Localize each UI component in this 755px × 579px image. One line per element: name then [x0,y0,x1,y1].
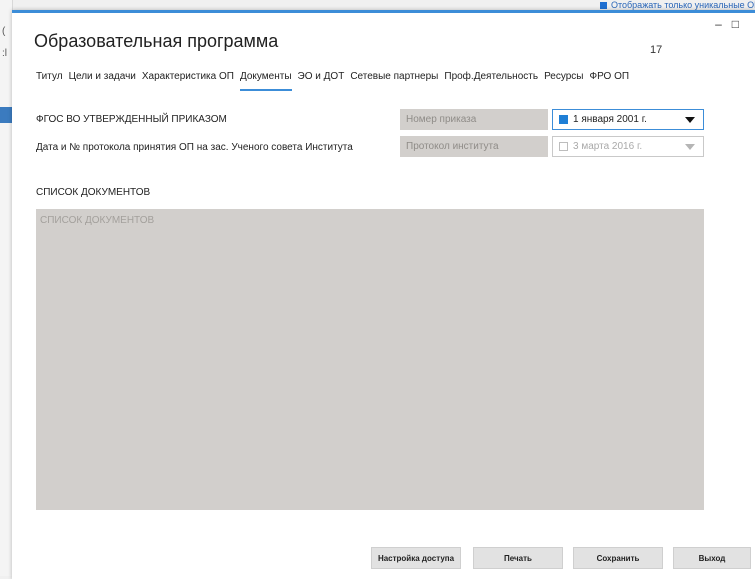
checkbox-icon [600,2,607,10]
minimize-icon[interactable]: – [715,17,732,31]
window-controls: –□ [715,17,749,31]
dropdown-arrow-icon[interactable] [685,144,695,150]
background-selection [0,107,12,123]
save-button[interactable]: Сохранить [573,547,663,569]
documents-placeholder: СПИСОК ДОКУМЕНТОВ [40,215,155,226]
record-counter: 17 [650,44,663,56]
protocol-label: Дата и № протокола принятия ОП на зас. У… [36,142,353,153]
fgos-date-value: 1 января 2001 г. [573,114,647,125]
print-button[interactable]: Печать [473,547,563,569]
tab-bar: Титул Цели и задачи Характеристика ОП До… [36,71,635,91]
dropdown-arrow-icon[interactable] [685,117,695,123]
tab-fro-op[interactable]: ФРО ОП [590,71,630,91]
documents-heading: СПИСОК ДОКУМЕНТОВ [36,187,151,198]
checkbox-unchecked-icon[interactable] [559,142,568,151]
tab-characteristics[interactable]: Характеристика ОП [142,71,234,91]
protocol-input[interactable]: Протокол института [400,136,548,157]
maximize-icon[interactable]: □ [732,17,749,31]
background-unique-toggle: Отображать только уникальные ОП [590,0,755,10]
tab-goals[interactable]: Цели и задачи [69,71,136,91]
exit-button[interactable]: Выход [673,547,751,569]
access-settings-button[interactable]: Настройка доступа [371,547,461,569]
background-fragment: :l [2,48,7,59]
fgos-label: ФГОС ВО УТВЕРЖДЕННЫЙ ПРИКАЗОМ [36,114,227,125]
tab-network-partners[interactable]: Сетевые партнеры [350,71,438,91]
checkbox-checked-icon[interactable] [559,115,568,124]
fgos-date-picker[interactable]: 1 января 2001 г. [552,109,704,130]
dialog-title: Образовательная программа [34,31,279,51]
protocol-date-picker[interactable]: 3 марта 2016 г. [552,136,704,157]
tab-eo-dot[interactable]: ЭО и ДОТ [298,71,345,91]
tab-prof-activity[interactable]: Проф.Деятельность [444,71,538,91]
program-dialog: –□ Образовательная программа 17 Титул Це… [12,10,755,579]
protocol-date-value: 3 марта 2016 г. [573,141,643,152]
tab-documents[interactable]: Документы [239,71,292,91]
tab-resources[interactable]: Ресурсы [544,71,583,91]
background-fragment: ( [2,26,6,37]
order-number-input[interactable]: Номер приказа [400,109,548,130]
tab-titul[interactable]: Титул [36,71,63,91]
documents-textarea[interactable]: СПИСОК ДОКУМЕНТОВ [36,209,704,510]
